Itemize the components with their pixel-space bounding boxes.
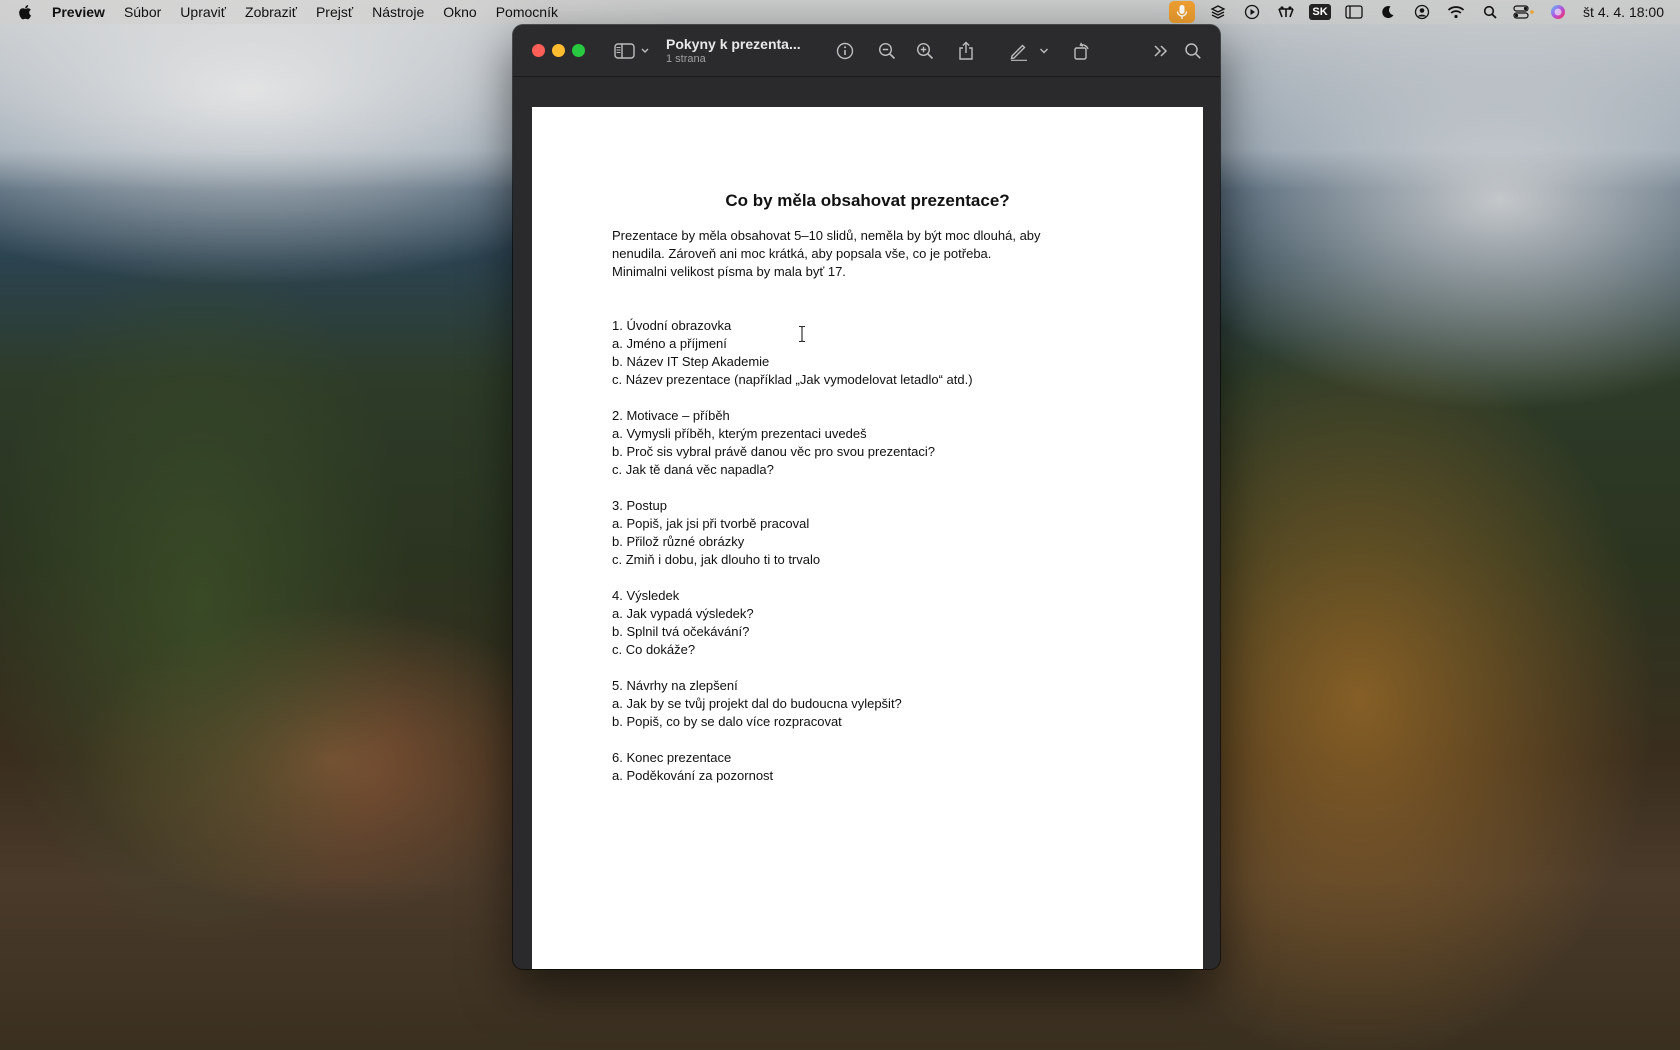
close-window-button[interactable] bbox=[532, 44, 545, 57]
section-intro-screen: 1. Úvodní obrazovka a. Jméno a příjmení … bbox=[612, 317, 1132, 389]
menu-help[interactable]: Pomocník bbox=[496, 4, 558, 20]
wind-icon[interactable] bbox=[1275, 3, 1297, 21]
menubar-clock[interactable]: št 4. 4. 18:00 bbox=[1583, 4, 1664, 20]
apple-icon[interactable] bbox=[18, 4, 32, 20]
document-page-count: 1 strana bbox=[666, 53, 706, 65]
rotate-icon[interactable] bbox=[1070, 39, 1094, 63]
menu-app-preview[interactable]: Preview bbox=[52, 4, 105, 20]
window-titlebar[interactable]: Pokyny k prezenta... 1 strana bbox=[513, 25, 1220, 77]
markup-pen-icon[interactable] bbox=[1007, 39, 1031, 63]
section-item: b. Splnil tvá očekávání? bbox=[612, 624, 750, 639]
page-title: Co by měla obsahovat prezentace? bbox=[725, 191, 1010, 210]
section-heading: 2. Motivace – příběh bbox=[612, 408, 730, 423]
section-item: c. Co dokáže? bbox=[612, 642, 696, 657]
document-title[interactable]: Pokyny k prezenta... bbox=[666, 36, 801, 52]
spotlight-search-icon[interactable] bbox=[1479, 3, 1501, 21]
section-heading: 1. Úvodní obrazovka bbox=[612, 318, 732, 333]
section-list: 1. Úvodní obrazovka a. Jméno a příjmení … bbox=[612, 317, 1132, 803]
layers-icon[interactable] bbox=[1207, 3, 1229, 21]
status-area: SK št 4. 4. 18:00 bbox=[1169, 0, 1664, 24]
info-icon[interactable] bbox=[833, 39, 857, 63]
minimize-window-button[interactable] bbox=[552, 44, 565, 57]
zoom-out-icon[interactable] bbox=[875, 39, 899, 63]
section-item: a. Jak by se tvůj projekt dal do budoucn… bbox=[612, 696, 902, 711]
document-viewer[interactable]: Co by měla obsahovat prezentace? Prezent… bbox=[513, 78, 1220, 969]
fullscreen-window-button[interactable] bbox=[572, 44, 585, 57]
moon-icon[interactable] bbox=[1377, 3, 1399, 21]
section-item: a. Poděkování za pozornost bbox=[612, 768, 774, 783]
text-cursor-icon bbox=[797, 325, 807, 343]
section-heading: 6. Konec prezentace bbox=[612, 750, 732, 765]
stage-manager-icon[interactable] bbox=[1343, 3, 1365, 21]
wifi-icon[interactable] bbox=[1445, 3, 1467, 21]
section-item: b. Název IT Step Akademie bbox=[612, 354, 770, 369]
menu-tools[interactable]: Nástroje bbox=[372, 4, 424, 20]
intro-line: nenudila. Zároveň ani moc krátká, aby po… bbox=[612, 246, 992, 261]
section-heading: 5. Návrhy na zlepšení bbox=[612, 678, 738, 693]
section-item: a. Vymysli příběh, kterým prezentaci uve… bbox=[612, 426, 867, 441]
menu-window[interactable]: Okno bbox=[443, 4, 476, 20]
section-item: b. Popiš, co by se dalo více rozpracovat bbox=[612, 714, 842, 729]
share-icon[interactable] bbox=[954, 39, 978, 63]
section-improvements: 5. Návrhy na zlepšení a. Jak by se tvůj … bbox=[612, 677, 1132, 731]
input-source-indicator[interactable]: SK bbox=[1309, 3, 1332, 21]
section-item: b. Proč sis vybral právě danou věc pro s… bbox=[612, 444, 936, 459]
intro-line: Prezentace by měla obsahovat 5–10 slidů,… bbox=[612, 228, 1041, 243]
preview-window: Pokyny k prezenta... 1 strana Co by měla… bbox=[513, 25, 1220, 969]
zoom-in-icon[interactable] bbox=[913, 39, 937, 63]
play-circle-icon[interactable] bbox=[1241, 3, 1263, 21]
section-item: b. Přilož různé obrázky bbox=[612, 534, 745, 549]
section-item: a. Popiš, jak jsi při tvorbě pracoval bbox=[612, 516, 810, 531]
siri-icon[interactable] bbox=[1547, 3, 1569, 21]
section-item: c. Jak tě daná věc napadla? bbox=[612, 462, 774, 477]
menu-bar: Preview Súbor Upraviť Zobraziť Prejsť Ná… bbox=[0, 0, 1680, 24]
menu-go[interactable]: Prejsť bbox=[316, 4, 353, 20]
user-account-icon[interactable] bbox=[1411, 3, 1433, 21]
menu-edit[interactable]: Upraviť bbox=[180, 4, 226, 20]
section-motivation: 2. Motivace – příběh a. Vymysli příběh, … bbox=[612, 407, 1132, 479]
search-icon[interactable] bbox=[1181, 39, 1205, 63]
section-result: 4. Výsledek a. Jak vypadá výsledek? b. S… bbox=[612, 587, 1132, 659]
section-process: 3. Postup a. Popiš, jak jsi při tvorbě p… bbox=[612, 497, 1132, 569]
menu-file[interactable]: Súbor bbox=[124, 4, 161, 20]
section-item: a. Jméno a příjmení bbox=[612, 336, 727, 351]
section-item: c. Zmiň i dobu, jak dlouho ti to trvalo bbox=[612, 552, 821, 567]
pdf-page[interactable]: Co by měla obsahovat prezentace? Prezent… bbox=[532, 107, 1203, 969]
section-heading: 4. Výsledek bbox=[612, 588, 680, 603]
section-item: a. Jak vypadá výsledek? bbox=[612, 606, 754, 621]
menu-view[interactable]: Zobraziť bbox=[245, 4, 297, 20]
markup-chevron-down-icon[interactable] bbox=[1037, 39, 1051, 63]
toolbar-overflow-icon[interactable] bbox=[1149, 39, 1173, 63]
control-center-icon[interactable] bbox=[1513, 3, 1535, 21]
sidebar-toggle-button[interactable] bbox=[612, 39, 654, 63]
intro-paragraph: Prezentace by měla obsahovat 5–10 slidů,… bbox=[612, 227, 1082, 281]
section-heading: 3. Postup bbox=[612, 498, 667, 513]
section-item: c. Název prezentace (například „Jak vymo… bbox=[612, 372, 973, 387]
intro-line: Minimalni velikost písma by mala byť 17. bbox=[612, 264, 846, 279]
section-end: 6. Konec prezentace a. Poděkování za poz… bbox=[612, 749, 1132, 785]
microphone-icon[interactable] bbox=[1169, 1, 1196, 23]
